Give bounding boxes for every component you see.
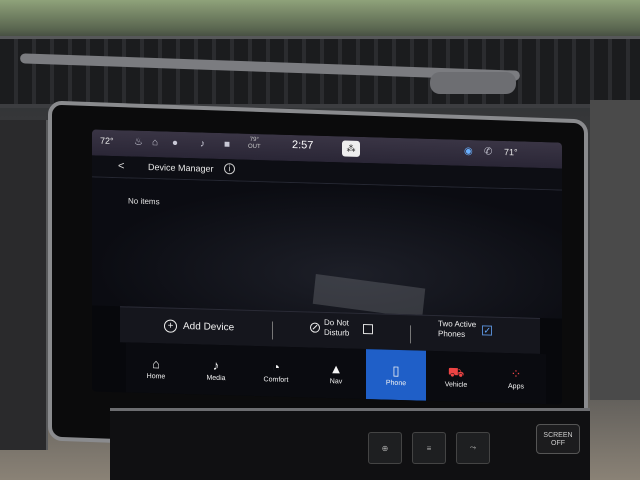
comfort-icon: ◔ [272,358,280,375]
nav-apps[interactable]: ⁘ Apps [486,352,546,404]
nav-label: Home [146,372,166,380]
do-not-disturb-label: Do Not Disturb [324,318,349,339]
vent-adjuster[interactable] [430,72,516,94]
phone-icon: ▯ [392,362,400,378]
nav-phone[interactable]: ▯ Phone [366,349,426,401]
app-drawer-button[interactable]: ⁂ [342,140,360,157]
outside-temperature: 79° OUT [248,137,261,151]
bell-icon[interactable]: ♪ [200,138,205,149]
nav-label: Apps [508,382,524,391]
dnd-label-2: Disturb [324,327,350,338]
two-active-phones-label: Two Active Phones [438,319,476,340]
nav-media[interactable]: ♪ Media [186,344,246,396]
empty-state-text: No items [128,196,160,207]
do-not-disturb-toggle[interactable]: Do Not Disturb [310,318,374,340]
right-temperature[interactable]: 71° [504,147,518,157]
steering-heat-icon[interactable]: ♨ [134,137,143,148]
outside-temp-label: OUT [248,143,261,151]
dash-panel-right [590,100,640,400]
divider [272,321,273,340]
add-device-button[interactable]: + Add Device [164,319,234,334]
notification-icon[interactable]: ■ [224,139,230,150]
connected-phone-icon[interactable]: ◉ [464,146,473,157]
console-button[interactable]: ≡ [412,432,446,464]
outside-temp-value: 79° [249,136,259,144]
music-icon: ♪ [212,357,220,373]
dnd-label-1: Do Not [324,317,349,328]
compass-icon: ▲ [329,360,343,376]
two-active-label-1: Two Active [438,319,477,330]
console-button[interactable]: ⊕ [368,432,402,464]
page-title: Device Manager [148,162,214,174]
back-button[interactable]: < [118,160,124,172]
nav-label: Media [206,374,226,382]
nav-comfort[interactable]: ◔ Comfort [246,346,306,398]
hardware-console [110,408,590,480]
two-active-phones-checkbox[interactable]: ✓ [482,325,493,336]
dash-panel-left [0,120,48,450]
do-not-disturb-checkbox[interactable] [363,324,374,335]
profile-icon[interactable]: ● [172,138,178,149]
apps-grid-icon: ⁘ [510,365,522,381]
screen-off-label-1: SCREEN [543,432,573,439]
screen-off-label-2: OFF [551,440,565,447]
infotainment-screen: 72° ♨ ⌂ ● ♪ ■ 79° OUT 2:57 ⁂ ◉ ✆ 71° < D… [92,129,562,405]
nav-nav[interactable]: ▲ Nav [306,347,366,399]
vehicle-icon: ⛟ [447,363,465,380]
phone-status-icon[interactable]: ✆ [484,146,492,157]
console-button[interactable]: ⤳ [456,432,490,464]
nav-label: Comfort [263,375,289,384]
nav-label: Nav [329,377,343,385]
nav-vehicle[interactable]: ⛟ Vehicle [426,351,486,403]
two-active-label-2: Phones [438,329,466,339]
plus-icon: + [164,319,177,333]
info-icon[interactable]: i [224,163,235,175]
nav-home[interactable]: ⌂ Home [126,342,186,394]
nav-label: Vehicle [444,380,468,389]
seat-icon[interactable]: ⌂ [152,137,158,148]
divider [410,325,411,344]
clock[interactable]: 2:57 [292,139,313,152]
screen-off-button[interactable]: SCREEN OFF [536,424,580,454]
cabin-temperature[interactable]: 72° [100,136,114,146]
device-list: No items [92,177,562,319]
nav-label: Phone [385,379,407,387]
add-device-label: Add Device [183,320,235,334]
home-icon: ⌂ [152,355,160,371]
do-not-disturb-icon [310,322,320,333]
two-active-phones-toggle[interactable]: Two Active Phones ✓ [438,319,493,341]
